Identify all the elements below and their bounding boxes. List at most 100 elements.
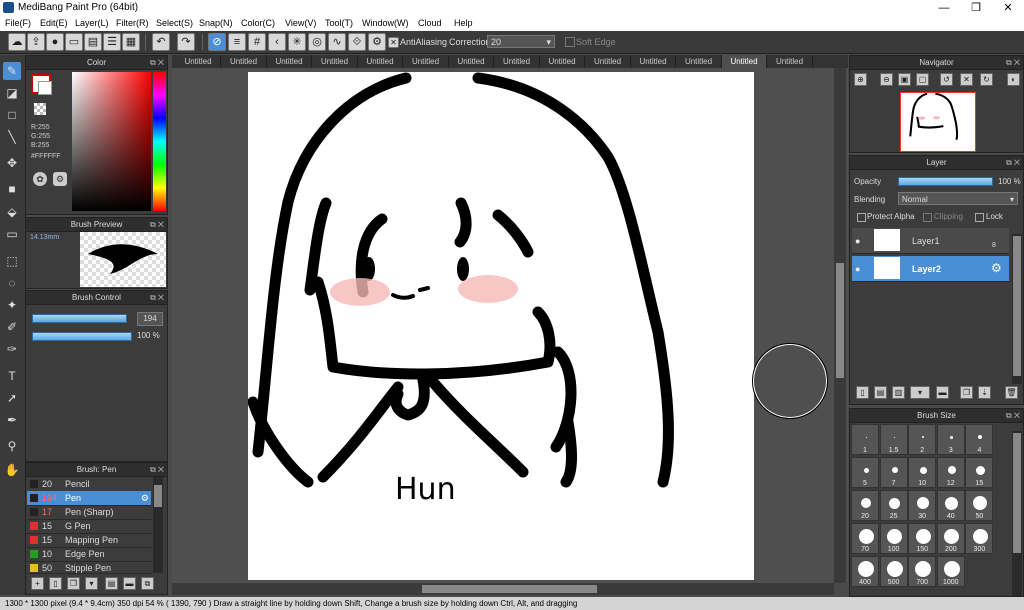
page-icon[interactable]: ▤	[84, 33, 102, 51]
brush-size-value[interactable]: 194	[137, 312, 163, 326]
tab-untitled[interactable]: Untitled	[222, 55, 267, 68]
brush-size-cell[interactable]: 3	[936, 424, 965, 455]
snap-curve-icon[interactable]: ∿	[328, 33, 346, 51]
redo-icon[interactable]: ↷	[177, 33, 195, 51]
add-8bit-layer-icon[interactable]: ▥	[892, 386, 905, 399]
transparent-swatch[interactable]	[34, 103, 46, 115]
tab-untitled[interactable]: Untitled	[768, 55, 813, 68]
snap-3d-icon[interactable]: ⟐	[348, 33, 366, 51]
merge-layer-icon[interactable]: ⇣	[978, 386, 991, 399]
brush-size-cell[interactable]: 10	[908, 457, 937, 488]
bucket-tool-icon[interactable]: ⬙	[3, 203, 21, 221]
brush-list-scrollbar[interactable]	[153, 477, 163, 573]
menu-view[interactable]: View(V)	[285, 18, 316, 28]
brush-size-cell[interactable]: 200	[936, 523, 965, 554]
menu-file[interactable]: File(F)	[5, 18, 31, 28]
menu-select[interactable]: Select(S)	[156, 18, 193, 28]
tab-untitled[interactable]: Untitled	[586, 55, 631, 68]
brush-size-cell[interactable]: 300	[965, 523, 994, 554]
close-button[interactable]: ✕	[992, 0, 1024, 16]
snap-settings-icon[interactable]: ⚙	[368, 33, 386, 51]
cloud-icon[interactable]: ☁	[8, 33, 26, 51]
duplicate-icon[interactable]: ⧉	[141, 577, 154, 590]
select-rect-icon[interactable]: ⬚	[3, 252, 21, 270]
hand-tool-icon[interactable]: ✋	[3, 461, 21, 479]
brush-item[interactable]: 194 Pen ⚙	[27, 491, 151, 506]
tab-untitled[interactable]: Untitled	[404, 55, 449, 68]
add-layer-icon[interactable]: ▯	[856, 386, 869, 399]
select-pen-icon[interactable]: ✐	[3, 318, 21, 336]
rectangle-tool-icon[interactable]: □	[3, 106, 21, 124]
gradient-tool-icon[interactable]: ▭	[3, 225, 21, 243]
tab-untitled[interactable]: Untitled	[358, 55, 403, 68]
saturation-value-picker[interactable]	[72, 72, 151, 211]
add-halftone-layer-icon[interactable]: ▤	[874, 386, 887, 399]
menu-color[interactable]: Color(C)	[241, 18, 275, 28]
menu-edit[interactable]: Edit(E)	[40, 18, 68, 28]
move-tool-icon[interactable]: ✥	[3, 154, 21, 172]
brush-size-cell[interactable]: 100	[879, 523, 908, 554]
brush-size-cell[interactable]: 12	[936, 457, 965, 488]
zoom-out-icon[interactable]: ⊖	[880, 73, 893, 86]
protect-alpha-checkbox[interactable]	[857, 213, 866, 222]
menu-filter[interactable]: Filter(R)	[116, 18, 149, 28]
import-brush-icon[interactable]: ▤	[105, 577, 118, 590]
blending-select[interactable]: Normal ▾	[898, 192, 1018, 205]
brush-size-slider[interactable]	[32, 314, 127, 323]
menu-tool[interactable]: Tool(T)	[325, 18, 353, 28]
undo-icon[interactable]: ↶	[152, 33, 170, 51]
comment-icon[interactable]: ●	[46, 33, 64, 51]
brush-item[interactable]: 17 Pen (Sharp)	[27, 505, 151, 520]
brush-size-cell[interactable]: 400	[851, 556, 879, 587]
tab-untitled[interactable]: Untitled	[722, 55, 767, 68]
tab-untitled[interactable]: Untitled	[540, 55, 585, 68]
delete-layer-icon[interactable]: 🗑	[1005, 386, 1018, 399]
soft-edge-checkbox[interactable]	[565, 37, 575, 47]
canvas-horizontal-scrollbar[interactable]	[172, 583, 834, 595]
brush-size-cell[interactable]: 20	[851, 490, 879, 521]
hue-slider[interactable]	[153, 72, 166, 211]
secondary-color-swatch[interactable]	[38, 81, 52, 95]
new-brush-icon[interactable]: ▯	[49, 577, 62, 590]
brush-size-cell[interactable]: 500	[879, 556, 908, 587]
maximize-button[interactable]: ❐	[960, 0, 992, 16]
snap-radial-icon[interactable]: ✳	[288, 33, 306, 51]
list-icon[interactable]: ☰	[103, 33, 121, 51]
rotate-left-icon[interactable]: ↺	[940, 73, 953, 86]
brush-size-cell[interactable]: 30	[908, 490, 937, 521]
snap-circle-icon[interactable]: ◎	[308, 33, 326, 51]
eye-icon[interactable]: ●	[855, 264, 860, 274]
dropper-tool-icon[interactable]: ✒	[3, 411, 21, 429]
antialiasing-checkbox[interactable]: ✕	[388, 37, 399, 48]
brush-opacity-slider[interactable]	[32, 332, 132, 341]
brush-item[interactable]: 15 G Pen	[27, 519, 151, 534]
copy-brush-icon[interactable]: ❐	[67, 577, 80, 590]
palette-icon[interactable]: ✿	[33, 172, 47, 186]
minimize-button[interactable]: —	[928, 0, 960, 16]
layer-scrollbar[interactable]	[1012, 234, 1022, 384]
menu-layer[interactable]: Layer(L)	[75, 18, 109, 28]
drawing-canvas[interactable]: Hun	[247, 72, 754, 580]
operation-tool-icon[interactable]: ➚	[3, 389, 21, 407]
canvas-vertical-scrollbar[interactable]	[834, 68, 846, 583]
add-layer-menu-icon[interactable]: ▾	[910, 386, 930, 399]
menu-cloud[interactable]: Cloud	[418, 18, 442, 28]
clipping-checkbox[interactable]	[923, 213, 932, 222]
tab-untitled[interactable]: Untitled	[631, 55, 676, 68]
lasso-icon[interactable]: ◌	[3, 274, 21, 292]
reset-icon[interactable]: ◐	[1007, 73, 1020, 86]
menu-snap[interactable]: Snap(N)	[199, 18, 233, 28]
magic-wand-icon[interactable]: ✦	[3, 296, 21, 314]
brush-item[interactable]: 20 Pencil	[27, 477, 151, 492]
zoom-in-icon[interactable]: ⊕	[854, 73, 867, 86]
brush-item[interactable]: 15 Mapping Pen	[27, 533, 151, 548]
eraser-tool-icon[interactable]: ◪	[3, 84, 21, 102]
brush-size-cell[interactable]: 4	[965, 424, 994, 455]
eyedropper-icon[interactable]: ⚲	[3, 437, 21, 455]
layer-opacity-slider[interactable]	[898, 177, 993, 186]
brush-size-cell[interactable]: 7	[879, 457, 908, 488]
brush-size-cell[interactable]: 700	[908, 556, 937, 587]
layer-row[interactable]: ● Layer2 ⚙	[852, 256, 1009, 282]
snap-parallel-icon[interactable]: ≡	[228, 33, 246, 51]
brush-size-cell[interactable]: 40	[936, 490, 965, 521]
